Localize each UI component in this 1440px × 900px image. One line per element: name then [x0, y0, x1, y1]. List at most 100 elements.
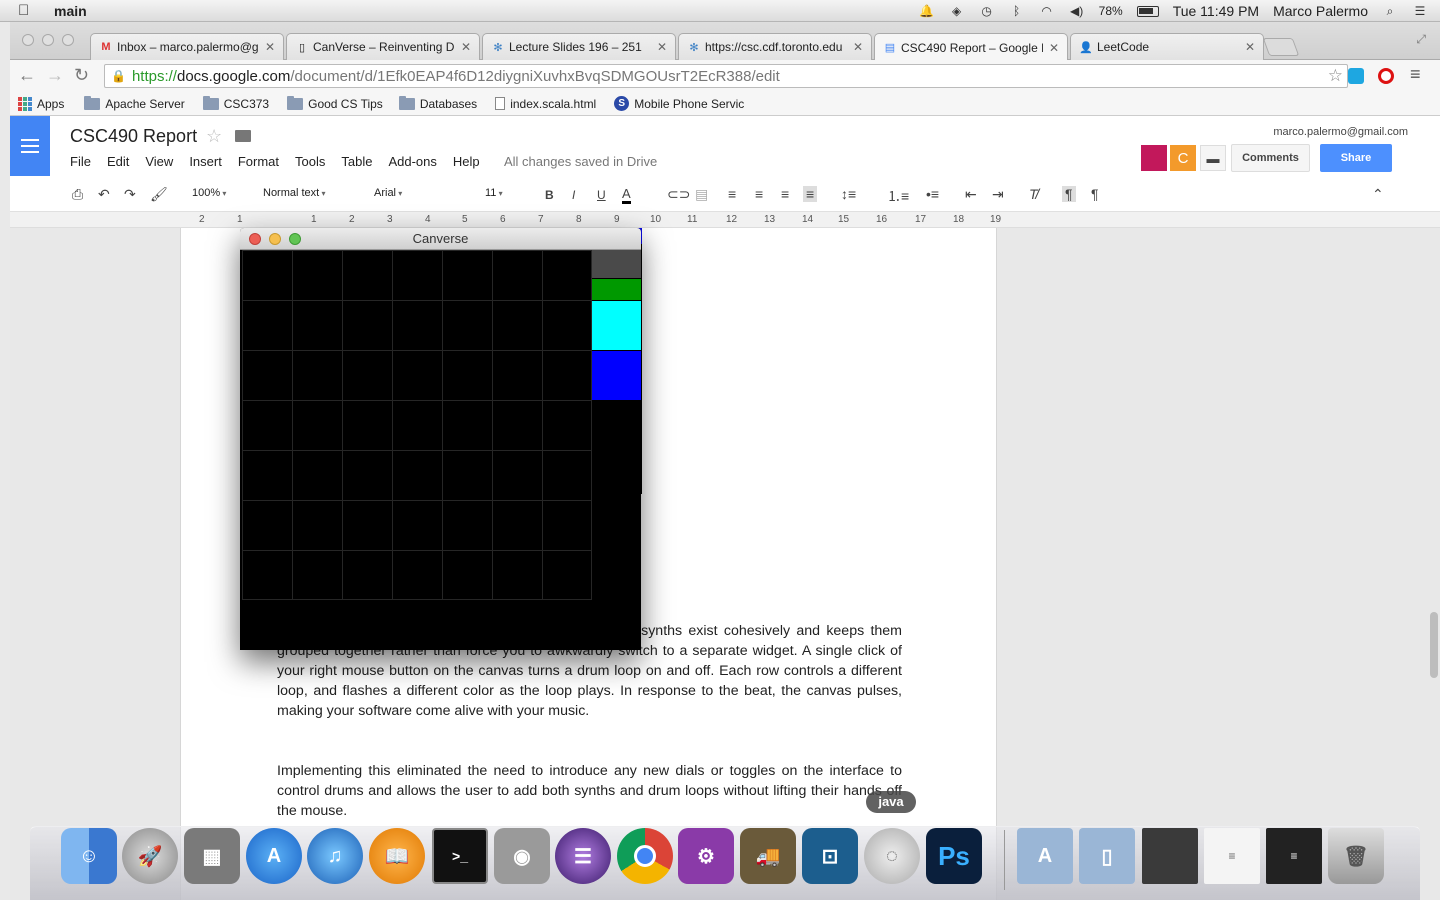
color-swatch-blue[interactable]	[592, 351, 641, 400]
spotlight-search-icon[interactable]: ⌕	[1382, 4, 1398, 18]
underline-icon[interactable]: U	[597, 188, 606, 202]
time-machine-icon[interactable]: ◷	[979, 4, 995, 18]
trash-icon[interactable]: 🗑	[1328, 828, 1384, 884]
window-minimize-button[interactable]	[42, 34, 54, 46]
bookmark-databases[interactable]: Databases	[398, 95, 477, 111]
comment-icon[interactable]: ▤	[695, 186, 708, 203]
color-swatch-cyan[interactable]	[592, 301, 641, 350]
window-close-button[interactable]	[22, 34, 34, 46]
collaborator-avatar-letter[interactable]: C	[1170, 145, 1196, 171]
minimize-icon[interactable]	[269, 233, 281, 245]
settings-icon[interactable]: ⚙	[678, 828, 734, 884]
link-icon[interactable]: ⊂⊃	[667, 186, 690, 203]
rtl-paragraph-icon[interactable]: ¶	[1091, 186, 1099, 202]
color-swatch-green[interactable]	[592, 279, 641, 300]
justify-icon[interactable]: ≡	[803, 186, 818, 202]
comments-button[interactable]: Comments	[1231, 144, 1310, 172]
active-app-name[interactable]: main	[54, 3, 87, 19]
battery-icon[interactable]	[1136, 5, 1159, 17]
star-icon[interactable]: ☆	[206, 126, 222, 147]
font-size-select[interactable]: 11	[485, 187, 503, 199]
fullscreen-icon[interactable]: ⤢	[1416, 32, 1426, 47]
apple-menu-icon[interactable]: 	[18, 2, 38, 19]
save-status[interactable]: All changes saved in Drive	[504, 154, 657, 169]
code-thumb-icon[interactable]: ≡	[1204, 828, 1260, 884]
menu-addons[interactable]: Add-ons	[388, 154, 436, 169]
collaborator-avatar[interactable]	[1141, 145, 1167, 171]
account-email[interactable]: marco.palermo@gmail.com	[1273, 126, 1408, 138]
menu-tools[interactable]: Tools	[295, 154, 325, 169]
chrome-menu-icon[interactable]: ≡	[1410, 64, 1421, 85]
menu-table[interactable]: Table	[341, 154, 372, 169]
tab-cdf[interactable]: ✻ https://csc.cdf.toronto.edu ✕	[678, 33, 872, 60]
collapse-chevron-icon[interactable]: ⌃	[1372, 186, 1384, 203]
line-spacing-icon[interactable]: ↕≡	[841, 186, 856, 202]
address-bar[interactable]: 🔒 https:// docs.google.com /document/d/1…	[104, 64, 1348, 88]
numbered-list-icon[interactable]: ⒈≡	[887, 186, 909, 206]
paint-format-icon[interactable]: 🖌	[150, 186, 168, 203]
menubar-clock[interactable]: Tue 11:49 PM	[1173, 3, 1259, 19]
bluetooth-icon[interactable]: ᛒ	[1009, 4, 1025, 18]
print-icon[interactable]: ⎙	[72, 186, 83, 203]
bookmark-apache-server[interactable]: Apache Server	[84, 95, 185, 111]
zoom-select[interactable]: 100%	[192, 187, 226, 199]
photoshop-icon[interactable]: Ps	[926, 828, 982, 884]
text-color-icon[interactable]: A	[622, 186, 631, 204]
docs-logo-icon[interactable]	[10, 116, 50, 176]
bookmark-apps[interactable]: Apps	[18, 96, 64, 111]
font-select[interactable]: Arial	[374, 187, 454, 199]
dropbox-sync-icon[interactable]: ◈	[949, 4, 965, 18]
terminal-icon[interactable]: >_	[432, 828, 488, 884]
applications-stack-icon[interactable]: A	[1017, 828, 1073, 884]
bold-icon[interactable]: B	[545, 188, 554, 202]
menu-edit[interactable]: Edit	[107, 154, 129, 169]
canverse-titlebar[interactable]: Canverse	[240, 228, 641, 250]
tab-close-icon[interactable]: ✕	[461, 40, 471, 54]
undo-icon[interactable]: ↶	[98, 186, 110, 203]
launchpad-icon[interactable]: 🚀	[122, 828, 178, 884]
menu-help[interactable]: Help	[453, 154, 480, 169]
battery-percent[interactable]: 78%	[1099, 4, 1123, 18]
chat-icon[interactable]: ▬	[1200, 145, 1226, 171]
canverse-window[interactable]: Canverse	[240, 228, 641, 650]
style-select[interactable]: Normal text	[263, 187, 326, 199]
wifi-icon[interactable]: ◠	[1039, 4, 1055, 18]
back-arrow-icon[interactable]: ←	[18, 65, 36, 86]
facetime-icon[interactable]: ◉	[494, 828, 550, 884]
notification-center-icon[interactable]: ☰	[1412, 4, 1428, 18]
chrome-icon[interactable]	[617, 828, 673, 884]
tab-close-icon[interactable]: ✕	[265, 40, 275, 54]
bookmark-mobile-phone[interactable]: S Mobile Phone Servic	[614, 96, 744, 111]
notification-bell-icon[interactable]: 🔔	[919, 4, 935, 18]
close-icon[interactable]	[249, 233, 261, 245]
menu-format[interactable]: Format	[238, 154, 279, 169]
scrollbar-thumb[interactable]	[1430, 612, 1438, 678]
ltr-paragraph-icon[interactable]: ¶	[1062, 186, 1076, 202]
window-zoom-button[interactable]	[62, 34, 74, 46]
bookmark-star-icon[interactable]: ☆	[1328, 66, 1343, 86]
volume-icon[interactable]: ◀)	[1069, 4, 1085, 18]
menu-file[interactable]: File	[70, 154, 91, 169]
tab-lecture-slides[interactable]: ✻ Lecture Slides 196 – 251 ✕	[482, 33, 676, 60]
menu-view[interactable]: View	[145, 154, 173, 169]
share-button[interactable]: Share	[1320, 144, 1392, 172]
java-icon[interactable]: ◌	[864, 828, 920, 884]
downloads-stack-icon[interactable]	[1142, 828, 1198, 884]
redo-icon[interactable]: ↷	[124, 186, 136, 203]
clear-formatting-icon[interactable]: T̸	[1029, 186, 1038, 202]
forward-arrow-icon[interactable]: →	[46, 65, 64, 86]
tab-leetcode[interactable]: 👤 LeetCode ✕	[1070, 33, 1264, 60]
new-tab-button[interactable]	[1262, 38, 1300, 56]
body-paragraph[interactable]: Implementing this eliminated the need to…	[277, 761, 902, 821]
tab-close-icon[interactable]: ✕	[1245, 40, 1255, 54]
menu-insert[interactable]: Insert	[189, 154, 222, 169]
transmit-icon[interactable]: 🚚	[740, 828, 796, 884]
documents-stack-icon[interactable]: ▯	[1079, 828, 1135, 884]
tab-close-icon[interactable]: ✕	[657, 40, 667, 54]
finder-icon[interactable]: ☺	[61, 828, 117, 884]
increase-indent-icon[interactable]: ⇥	[992, 186, 1004, 203]
decrease-indent-icon[interactable]: ⇤	[965, 186, 977, 203]
menubar-user[interactable]: Marco Palermo	[1273, 3, 1368, 19]
adblock-icon[interactable]	[1378, 68, 1394, 84]
reload-icon[interactable]: ↻	[74, 65, 89, 86]
